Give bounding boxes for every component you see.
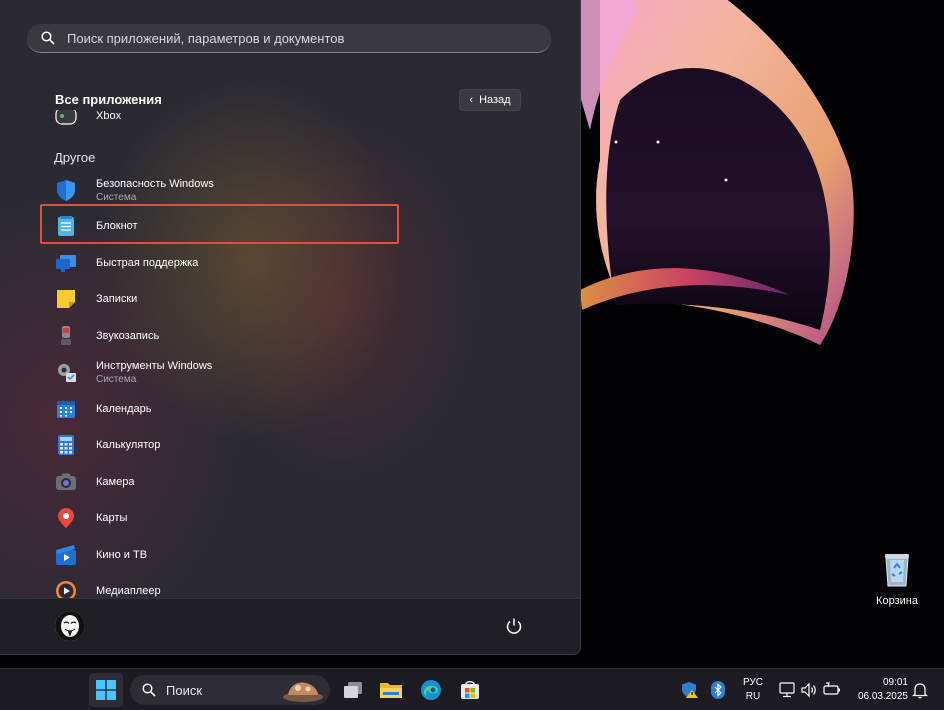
volume-icon[interactable]: [800, 681, 818, 699]
taskbar-search[interactable]: Поиск: [130, 675, 330, 705]
app-item-media-player[interactable]: Медиаплеер: [40, 573, 398, 598]
wallpaper-bloom-graphic: [560, 0, 854, 345]
app-name: Калькулятор: [96, 439, 161, 451]
start-search-box[interactable]: Поиск приложений, параметров и документо…: [27, 24, 551, 53]
app-item-windows-security[interactable]: Безопасность Windows Система: [40, 172, 398, 208]
app-item-sound-recorder[interactable]: Звукозапись: [40, 318, 398, 354]
edge-icon: [421, 680, 441, 700]
clock-date: 06.03.2025: [857, 691, 908, 702]
calendar-icon: [57, 401, 75, 418]
search-icon: [142, 683, 156, 697]
back-button-label: Назад: [479, 94, 511, 106]
recycle-bin[interactable]: Корзина: [868, 548, 926, 614]
app-sub: Система: [96, 191, 137, 203]
task-view-icon: [344, 682, 362, 698]
defender-warning-icon[interactable]: [681, 681, 699, 699]
app-item-xbox[interactable]: Xbox: [40, 110, 398, 134]
user-avatar-icon: [55, 611, 85, 641]
app-name: Медиаплеер: [96, 585, 161, 597]
windows-logo-icon: [96, 680, 116, 700]
movies-icon: [56, 545, 76, 565]
app-sub: Система: [96, 373, 137, 385]
battery-charging-icon[interactable]: [822, 681, 842, 699]
app-name: Инструменты Windows: [96, 359, 213, 372]
app-name: Календарь: [96, 403, 152, 415]
app-name: Кино и ТВ: [96, 549, 148, 561]
store-icon: [461, 681, 479, 699]
file-explorer-button[interactable]: [374, 673, 408, 707]
app-name: Xbox: [96, 110, 122, 122]
start-button[interactable]: [89, 673, 123, 707]
notepad-highlight-box: [40, 204, 399, 244]
app-item-windows-tools[interactable]: Инструменты Windows Система: [40, 354, 398, 390]
app-item-calculator[interactable]: Калькулятор: [40, 427, 398, 463]
store-button[interactable]: [453, 673, 487, 707]
search-placeholder: Поиск приложений, параметров и документо…: [67, 30, 345, 46]
app-item-calendar[interactable]: Календарь: [40, 391, 398, 427]
map-pin-icon: [58, 508, 74, 528]
power-icon[interactable]: [505, 617, 523, 635]
app-list[interactable]: Xbox Другое Безопасность Windows Система: [0, 110, 580, 598]
app-name: Быстрая поддержка: [96, 257, 199, 269]
recycle-bin-icon: [885, 554, 909, 587]
calculator-icon: [58, 435, 74, 455]
chevron-left-icon: ‹: [469, 94, 474, 106]
xbox-icon: [55, 110, 77, 125]
back-button[interactable]: ‹ Назад: [459, 89, 521, 111]
edge-button[interactable]: [414, 673, 448, 707]
notification-bell-icon[interactable]: [912, 681, 928, 699]
app-name: Записки: [96, 293, 138, 305]
app-item-sticky-notes[interactable]: Записки: [40, 281, 398, 317]
app-item-quick-assist[interactable]: Быстрая поддержка: [40, 245, 398, 281]
bluetooth-icon[interactable]: [711, 681, 725, 699]
app-name: Камера: [96, 476, 135, 488]
app-name: Звукозапись: [96, 330, 160, 342]
shield-icon: [57, 180, 75, 201]
group-header-other[interactable]: Другое: [54, 150, 95, 165]
network-icon[interactable]: [778, 681, 796, 699]
app-name: Безопасность Windows: [96, 177, 214, 190]
app-item-camera[interactable]: Камера: [40, 464, 398, 500]
sticky-notes-icon: [57, 290, 75, 308]
taskbar: Поиск РУС RU 09:01 06.03.2025: [0, 668, 944, 710]
all-apps-title: Все приложения: [55, 92, 162, 107]
folder-icon: [380, 683, 402, 698]
taskbar-search-label: Поиск: [166, 682, 203, 698]
language-bottom: RU: [745, 691, 761, 702]
task-view-button[interactable]: [336, 673, 370, 707]
app-item-maps[interactable]: Карты: [40, 500, 398, 536]
language-top: РУС: [742, 677, 764, 688]
app-item-movies-tv[interactable]: Кино и ТВ: [40, 537, 398, 573]
app-name: Карты: [96, 512, 128, 524]
start-footer: [0, 598, 580, 654]
start-menu: Поиск приложений, параметров и документо…: [0, 0, 581, 655]
user-avatar[interactable]: [55, 611, 85, 641]
clock[interactable]: 09:01 06.03.2025: [850, 676, 908, 704]
microphone-icon: [61, 326, 71, 345]
windows-tools-icon: [58, 364, 76, 382]
search-highlight-image-icon: [283, 682, 323, 702]
clock-time: 09:01: [882, 677, 908, 688]
recycle-bin-label: Корзина: [876, 595, 918, 607]
language-indicator[interactable]: РУС RU: [742, 676, 764, 704]
quick-assist-icon: [56, 255, 76, 272]
media-player-icon: [56, 581, 76, 598]
camera-icon: [56, 473, 76, 490]
search-icon: [41, 31, 55, 45]
